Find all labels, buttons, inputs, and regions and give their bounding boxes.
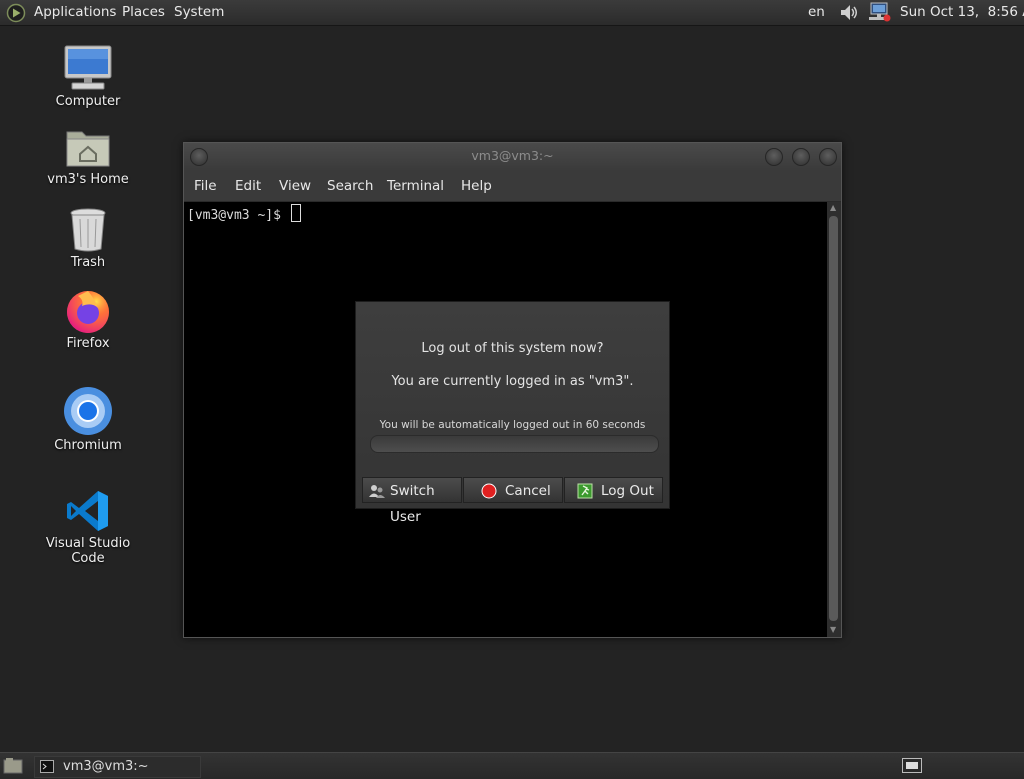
shell-prompt: [vm3@vm3 ~]$: [187, 208, 289, 223]
desktop-icon-computer[interactable]: Computer: [28, 44, 148, 109]
chromium-icon: [64, 387, 112, 435]
menu-view[interactable]: View: [279, 171, 311, 201]
text-cursor: [290, 204, 301, 222]
terminal-titlebar[interactable]: vm3@vm3:~: [184, 143, 841, 171]
top-panel: Applications Places System en Sun Oct 13…: [0, 0, 1024, 26]
cancel-button[interactable]: Cancel: [463, 477, 563, 503]
volume-icon[interactable]: [838, 2, 860, 23]
terminal-scrollbar[interactable]: ▲ ▼: [827, 202, 841, 637]
switch-user-icon: [369, 485, 385, 498]
window-menu-icon[interactable]: [190, 148, 208, 166]
keyboard-layout-indicator[interactable]: en: [808, 0, 825, 25]
terminal-icon: [40, 760, 54, 773]
menu-edit[interactable]: Edit: [235, 171, 261, 201]
logout-dialog: Log out of this system now? You are curr…: [355, 301, 670, 525]
switch-user-button[interactable]: Switch User: [362, 477, 462, 525]
menu-search[interactable]: Search: [327, 171, 373, 201]
desktop-icon-firefox[interactable]: Firefox: [28, 286, 148, 351]
desktop-icon-home[interactable]: vm3's Home: [28, 126, 148, 187]
desktop-icon-vscode[interactable]: Visual Studio Code: [28, 488, 148, 566]
show-desktop-icon[interactable]: [3, 757, 23, 775]
desktop-icon-label: vm3's Home: [47, 172, 129, 187]
desktop-icon-label: Visual Studio Code: [45, 536, 131, 566]
trash-icon: [70, 208, 106, 252]
vscode-icon: [67, 491, 108, 531]
apps-logo-icon[interactable]: [6, 3, 26, 23]
system-menu[interactable]: System: [174, 0, 224, 25]
maximize-icon[interactable]: [792, 148, 810, 166]
workspace-switcher-icon[interactable]: [902, 758, 922, 773]
taskbar-item-terminal[interactable]: vm3@vm3:~: [34, 756, 201, 778]
computer-icon: [64, 45, 112, 90]
menu-help[interactable]: Help: [461, 171, 492, 201]
menu-terminal[interactable]: Terminal: [387, 171, 444, 201]
countdown-text: You will be automatically logged out in …: [379, 419, 646, 431]
minimize-icon[interactable]: [765, 148, 783, 166]
log-out-button[interactable]: Log Out: [564, 477, 663, 503]
exit-icon: [577, 483, 593, 499]
terminal-title: vm3@vm3:~: [471, 148, 554, 163]
places-menu[interactable]: Places: [122, 0, 165, 25]
desktop-icon-chromium[interactable]: Chromium: [28, 386, 148, 453]
countdown-progress-bar: [370, 435, 659, 453]
desktop-icon-label: Trash: [70, 255, 106, 270]
scrollbar-thumb[interactable]: [829, 216, 838, 621]
desktop-icon-label: Chromium: [54, 438, 122, 453]
log-out-label: Log Out: [601, 483, 654, 499]
clock[interactable]: Sun Oct 13, 8:56 AM: [900, 0, 1024, 25]
scroll-down-icon[interactable]: ▼: [830, 626, 836, 634]
desktop-icon-label: Firefox: [66, 336, 110, 351]
taskbar-item-label: vm3@vm3:~: [63, 759, 149, 774]
menu-file[interactable]: File: [194, 171, 217, 201]
switch-user-label: Switch User: [390, 483, 435, 525]
terminal-menubar: File Edit View Search Terminal Help: [184, 171, 841, 202]
close-icon[interactable]: [819, 148, 837, 166]
bottom-panel: vm3@vm3:~: [0, 752, 1024, 779]
applications-menu[interactable]: Applications: [34, 0, 116, 25]
cancel-icon: [481, 483, 497, 499]
scroll-up-icon[interactable]: ▲: [830, 204, 836, 212]
cancel-label: Cancel: [505, 483, 551, 499]
desktop-icon-trash[interactable]: Trash: [28, 207, 148, 270]
network-icon[interactable]: [867, 1, 893, 24]
home-folder-icon: [66, 131, 110, 167]
desktop-icon-label: Computer: [55, 94, 121, 109]
logged-in-as-text: You are currently logged in as "vm3".: [391, 374, 634, 389]
firefox-icon: [67, 291, 109, 333]
logout-question: Log out of this system now?: [421, 341, 604, 356]
